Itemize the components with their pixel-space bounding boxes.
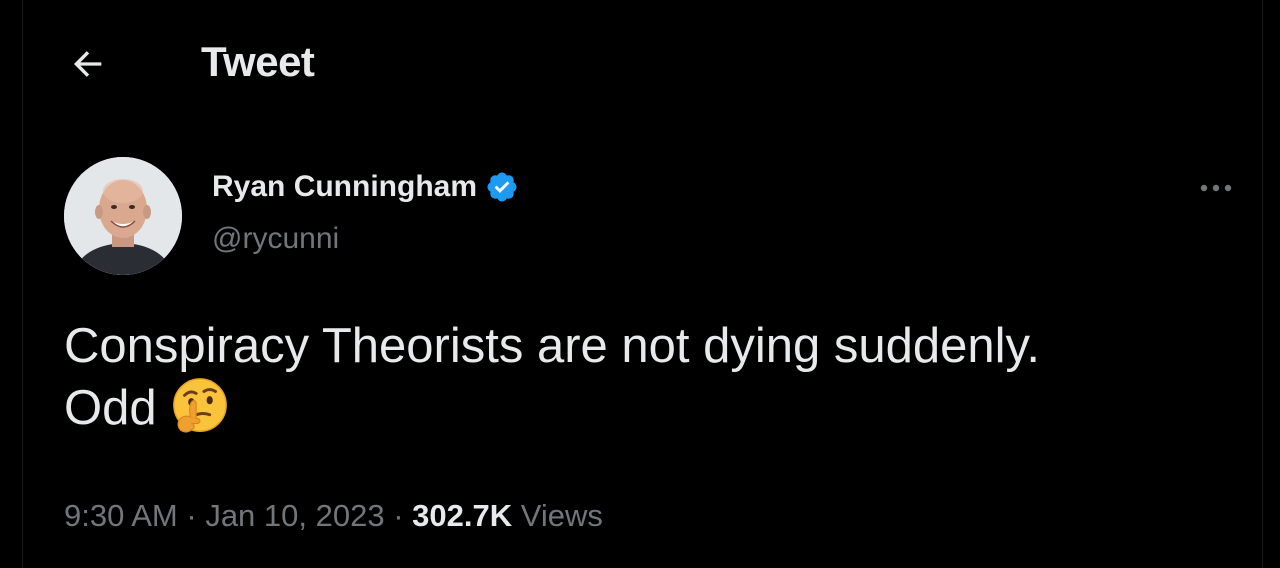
tweet-text: Conspiracy Theorists are not dying sudde… bbox=[64, 316, 1244, 438]
meta-separator: · bbox=[177, 498, 206, 533]
more-options-button[interactable] bbox=[1194, 170, 1238, 206]
views-count: 302.7K bbox=[412, 498, 513, 533]
verified-badge-icon bbox=[487, 172, 517, 202]
page-title: Tweet bbox=[201, 38, 315, 85]
tweet-line-2: Odd bbox=[64, 376, 1244, 438]
arrow-left-icon bbox=[73, 51, 102, 77]
tweet-meta: 9:30 AM · Jan 10, 2023 · 302.7K Views bbox=[64, 498, 603, 534]
header-bar: Tweet bbox=[0, 0, 1280, 120]
tweet-line-1: Conspiracy Theorists are not dying sudde… bbox=[64, 319, 1040, 373]
tweet-page: Tweet Ryan Cunningham @rycunni Conspirac… bbox=[0, 0, 1280, 568]
avatar[interactable] bbox=[64, 157, 182, 275]
back-button[interactable] bbox=[66, 42, 110, 86]
meta-separator: · bbox=[384, 498, 413, 533]
author-handle[interactable]: @rycunni bbox=[212, 222, 339, 256]
tweet-date[interactable]: Jan 10, 2023 bbox=[205, 498, 384, 533]
more-options-icon bbox=[1200, 184, 1232, 192]
author-name-row[interactable]: Ryan Cunningham bbox=[212, 170, 519, 204]
views-label: Views bbox=[520, 498, 603, 533]
tweet-time[interactable]: 9:30 AM bbox=[64, 498, 178, 533]
avatar-photo bbox=[64, 157, 182, 275]
tweet-line-2-text: Odd bbox=[64, 381, 157, 435]
thinking-face-emoji bbox=[172, 378, 227, 433]
author-name[interactable]: Ryan Cunningham bbox=[212, 170, 477, 204]
